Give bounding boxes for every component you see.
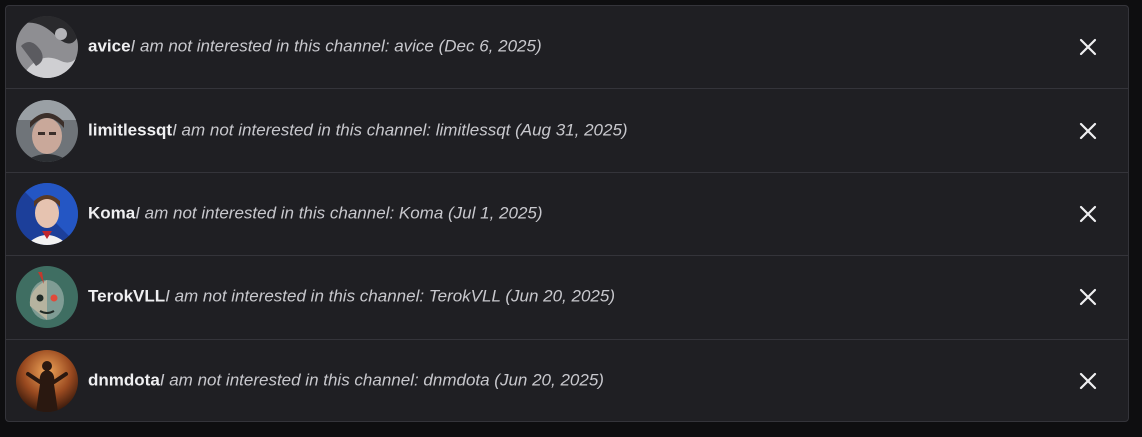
blocked-entry-text: KomaI am not interested in this channel:… — [88, 204, 543, 224]
close-icon — [1079, 373, 1097, 390]
avatar-dnmdota-icon — [16, 350, 78, 413]
unblock-button[interactable] — [1070, 363, 1106, 399]
close-icon — [1079, 39, 1097, 56]
block-reason: I am not interested in this channel: dnm… — [159, 370, 604, 390]
blocked-entry-text: aviceI am not interested in this channel… — [88, 37, 542, 57]
unblock-button[interactable] — [1070, 113, 1106, 149]
close-icon — [1079, 122, 1097, 139]
block-reason: I am not interested in this channel: lim… — [172, 120, 628, 140]
block-reason: I am not interested in this channel: Kom… — [135, 203, 543, 223]
unblock-button[interactable] — [1070, 29, 1106, 65]
list-item: aviceI am not interested in this channel… — [6, 6, 1128, 90]
avatar-limitlessqt-icon — [16, 99, 78, 162]
blocked-channels-list: aviceI am not interested in this channel… — [5, 5, 1129, 422]
avatar-koma-icon — [16, 182, 78, 245]
close-icon — [1079, 205, 1097, 223]
block-reason: I am not interested in this channel: Ter… — [165, 286, 615, 306]
channel-name: limitlessqt — [88, 120, 173, 140]
blocked-entry-text: limitlessqtI am not interested in this c… — [88, 120, 628, 140]
channel-name: avice — [88, 36, 131, 56]
unblock-button[interactable] — [1070, 196, 1106, 232]
channel-name: dnmdota — [88, 370, 160, 390]
avatar-avice-icon — [16, 16, 78, 79]
close-icon — [1079, 289, 1097, 306]
list-item: KomaI am not interested in this channel:… — [6, 173, 1128, 257]
list-item: dnmdotaI am not interested in this chann… — [6, 340, 1128, 421]
list-item: TerokVLLI am not interested in this chan… — [6, 256, 1128, 340]
avatar-terokvll-icon — [16, 266, 78, 329]
list-item: limitlessqtI am not interested in this c… — [6, 89, 1128, 173]
block-reason: I am not interested in this channel: avi… — [130, 36, 542, 56]
channel-name: Koma — [88, 203, 136, 223]
blocked-entry-text: dnmdotaI am not interested in this chann… — [88, 371, 604, 391]
channel-name: TerokVLL — [88, 286, 166, 306]
blocked-entry-text: TerokVLLI am not interested in this chan… — [88, 287, 615, 307]
unblock-button[interactable] — [1070, 279, 1106, 315]
